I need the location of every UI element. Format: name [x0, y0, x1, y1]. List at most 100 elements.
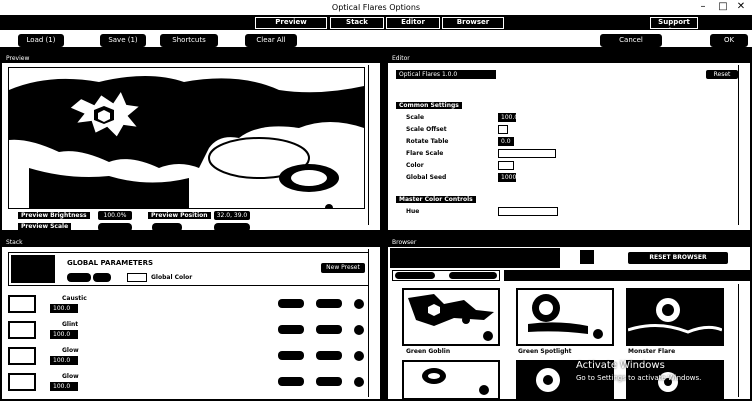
window-title: Optical Flares Options: [331, 3, 421, 12]
glow-delete-icon[interactable]: [354, 351, 364, 361]
preview-header: Preview: [2, 54, 380, 63]
preview-scale-label: Preview Scale: [18, 223, 72, 230]
scale-offset-checkbox[interactable]: [498, 125, 508, 134]
preview-canvas[interactable]: [8, 67, 365, 209]
glow-solo-button[interactable]: [278, 351, 304, 360]
browser-panel: Browser RESET BROWSER Green Goblin Green…: [386, 236, 752, 401]
master-color-header: Master Color Controls: [396, 196, 476, 203]
save-button[interactable]: Save (1): [100, 34, 146, 47]
glint-name: Glint: [62, 321, 79, 328]
scale-value[interactable]: 100.0%: [498, 113, 524, 122]
caustic-name: Caustic: [62, 295, 87, 302]
green-goblin-thumbnail: [408, 294, 494, 341]
global-parameters-label: GLOBAL PARAMETERS: [67, 259, 154, 267]
editor-tab[interactable]: Editor: [386, 17, 440, 29]
new-preset-button[interactable]: New Preset: [321, 263, 365, 273]
green-spotlight-label: Green Spotlight: [518, 348, 572, 355]
editor-header: Editor: [388, 54, 750, 63]
clear-all-button[interactable]: Clear All: [245, 34, 297, 47]
ok-button[interactable]: OK: [710, 34, 748, 47]
caustic-hide-button[interactable]: [316, 299, 342, 308]
browser-header: Browser: [388, 238, 750, 247]
browser-category-dropdown[interactable]: [392, 270, 500, 281]
stack-item[interactable]: Glow 100.0: [8, 371, 370, 397]
caustic-value[interactable]: 100.0: [50, 304, 78, 313]
caustic-delete-icon[interactable]: [354, 299, 364, 309]
shortcuts-button[interactable]: Shortcuts: [160, 34, 218, 47]
preview-scrollbar[interactable]: [368, 65, 379, 225]
caustic-solo-button[interactable]: [278, 299, 304, 308]
minimize-icon[interactable]: –: [694, 0, 712, 14]
close-icon[interactable]: ✕: [732, 0, 750, 14]
support-flare-button[interactable]: Support Flare: [650, 17, 698, 35]
glow2-delete-icon[interactable]: [354, 377, 364, 387]
color-swatch[interactable]: [498, 161, 514, 170]
editor-scrollbar[interactable]: [738, 65, 749, 225]
preview-render-dropdown[interactable]: [214, 223, 250, 232]
glint-solo-button[interactable]: [278, 325, 304, 334]
global-thumbnail: [11, 255, 55, 283]
global-brightness-field[interactable]: [67, 273, 91, 282]
glow2-name: Glow: [62, 373, 79, 380]
glint-value[interactable]: 100.0: [50, 330, 78, 339]
browser-filmstrip[interactable]: [504, 270, 750, 281]
preview-brightness-value[interactable]: 100.0%: [98, 211, 132, 220]
green-goblin-label: Green Goblin: [406, 348, 451, 355]
glow2-thumbnail: [8, 373, 36, 391]
toolbar: Load (1) Save (1) Shortcuts Clear All Ca…: [0, 29, 752, 49]
cancel-button[interactable]: Cancel: [600, 34, 662, 47]
glow2-value[interactable]: 100.0: [50, 382, 78, 391]
editor-reset-button[interactable]: Reset: [706, 70, 738, 79]
preview-position-label: Preview Position: [148, 212, 211, 219]
glow-hide-button[interactable]: [316, 351, 342, 360]
glow-thumbnail: [8, 347, 36, 365]
preview-scale-dropdown[interactable]: [98, 223, 132, 232]
watermark-line2: Go to Settings to activate Windows.: [576, 374, 702, 382]
glow2-solo-button[interactable]: [278, 377, 304, 386]
glint-thumbnail: [8, 321, 36, 339]
preview-brightness-label: Preview Brightness: [18, 212, 90, 219]
glint-hide-button[interactable]: [316, 325, 342, 334]
preset-tile[interactable]: [402, 360, 500, 400]
preset-4-thumbnail: [422, 368, 489, 395]
preview-tab[interactable]: Preview: [255, 17, 327, 29]
preview-position-value[interactable]: 32.0, 39.0: [214, 211, 250, 220]
stack-scrollbar[interactable]: [368, 249, 379, 397]
glow2-hide-button[interactable]: [316, 377, 342, 386]
global-color-label: Global Color: [151, 274, 193, 281]
glint-delete-icon[interactable]: [354, 325, 364, 335]
rotate-table-label: Rotate Table: [406, 138, 449, 145]
global-scale-field[interactable]: [93, 273, 111, 282]
common-settings-header: Common Settings: [396, 102, 462, 109]
preset-tile[interactable]: [626, 288, 724, 346]
stack-item[interactable]: Glow 100.0: [8, 345, 370, 367]
global-seed-value[interactable]: 1000: [498, 173, 516, 182]
glow-value[interactable]: 100.0: [50, 356, 78, 365]
stack-tab[interactable]: Stack: [330, 17, 384, 29]
preview-mode-dropdown[interactable]: [152, 223, 182, 232]
category-left-pill: [395, 272, 435, 279]
global-color-swatch[interactable]: [127, 273, 147, 282]
browser-tab[interactable]: Browser: [442, 17, 504, 29]
global-parameters-row: GLOBAL PARAMETERS Global Color New Prese…: [8, 252, 376, 286]
preset-tile[interactable]: [402, 288, 500, 346]
monster-flare-thumbnail: [628, 290, 722, 344]
flare-scale-slider[interactable]: [498, 149, 556, 158]
preset-tile[interactable]: [516, 288, 614, 346]
hue-slider[interactable]: [498, 207, 558, 216]
maximize-icon[interactable]: □: [714, 0, 732, 14]
flare-scale-label: Flare Scale: [406, 150, 444, 157]
stack-item[interactable]: Glint 100.0: [8, 319, 370, 341]
glow-name: Glow: [62, 347, 79, 354]
stack-item[interactable]: Caustic 100.0: [8, 293, 370, 315]
load-button[interactable]: Load (1): [18, 34, 64, 47]
editor-selected-element[interactable]: Optical Flares 1.0.0: [396, 70, 496, 79]
folder-icon[interactable]: [580, 250, 594, 264]
color-label: Color: [406, 162, 424, 169]
reset-browser-button[interactable]: RESET BROWSER: [628, 252, 728, 264]
rotate-table-value[interactable]: 0.0: [498, 137, 514, 146]
activation-watermark: Activate Windows Go to Settings to activ…: [576, 358, 746, 388]
scale-label: Scale: [406, 114, 425, 121]
watermark-line1: Activate Windows: [576, 360, 665, 371]
global-seed-label: Global Seed: [406, 174, 447, 181]
